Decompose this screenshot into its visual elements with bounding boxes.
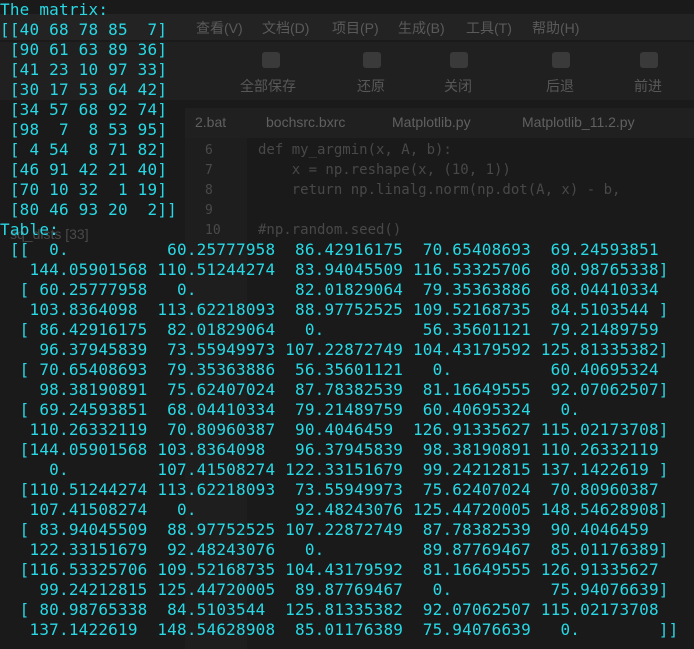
matrix-row: [90 61 63 89 36]	[0, 40, 168, 59]
table-row-line: 107.41508274 0. 92.48243076 125.44720005…	[0, 500, 669, 519]
matrix-row: [80 46 93 20 2]]	[0, 200, 177, 219]
matrix-row: [46 91 42 21 40]	[0, 160, 168, 179]
table-row-line: 96.37945839 73.55949973 107.22872749 104…	[0, 340, 669, 359]
table-row-line: [144.05901568 103.8364098 96.37945839 98…	[0, 440, 659, 459]
table-row-line: 98.38190891 75.62407024 87.78382539 81.1…	[0, 380, 669, 399]
matrix-row: [30 17 53 64 42]	[0, 80, 168, 99]
table-row-line: 122.33151679 92.48243076 0. 89.87769467 …	[0, 540, 669, 559]
table-row-line: [ 69.24593851 68.04410334 79.21489759 60…	[0, 400, 581, 419]
console-label-table: Table:	[0, 220, 59, 239]
console-output: The matrix: [[40 68 78 85 7] [90 61 63 89…	[0, 0, 694, 649]
table-row-line: 0. 107.41508274 122.33151679 99.24212815…	[0, 460, 669, 479]
table-row-line: 103.8364098 113.62218093 88.97752525 109…	[0, 300, 669, 319]
table-row-line: [ 70.65408693 79.35363886 56.35601121 0.…	[0, 360, 659, 379]
table-row-line: [ 83.94045509 88.97752525 107.22872749 8…	[0, 520, 649, 539]
matrix-row: [ 4 54 8 71 82]	[0, 140, 168, 159]
table-row-line: 110.26332119 70.80960387 90.4046459 126.…	[0, 420, 669, 439]
matrix-row: [[40 68 78 85 7]	[0, 20, 168, 39]
table-row-line: [ 80.98765338 84.5103544 125.81335382 92…	[0, 600, 659, 619]
table-row-line: [[ 0. 60.25777958 86.42916175 70.6540869…	[0, 240, 659, 259]
matrix-row: [41 23 10 97 33]	[0, 60, 168, 79]
table-row-line: 99.24212815 125.44720005 89.87769467 0. …	[0, 580, 669, 599]
matrix-row: [70 10 32 1 19]	[0, 180, 168, 199]
matrix-row: [34 57 68 92 74]	[0, 100, 168, 119]
table-row-line: [ 86.42916175 82.01829064 0. 56.35601121…	[0, 320, 659, 339]
table-row-line: 137.1422619 148.54628908 85.01176389 75.…	[0, 620, 679, 639]
table-row-line: [116.53325706 109.52168735 104.43179592 …	[0, 560, 659, 579]
matrix-row: [98 7 8 53 95]	[0, 120, 168, 139]
table-row-line: [110.51244274 113.62218093 73.55949973 7…	[0, 480, 659, 499]
table-row-line: [ 60.25777958 0. 82.01829064 79.35363886…	[0, 280, 659, 299]
console-label-matrix: The matrix:	[0, 0, 109, 19]
table-row-line: 144.05901568 110.51244274 83.94045509 11…	[0, 260, 669, 279]
